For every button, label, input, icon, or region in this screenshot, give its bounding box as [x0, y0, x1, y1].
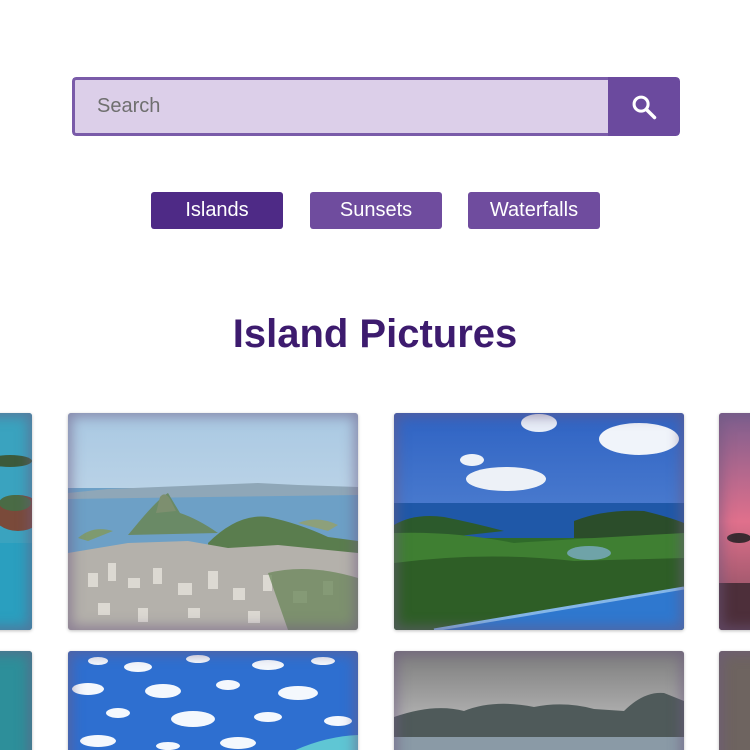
search-input[interactable] [72, 77, 608, 136]
gallery-title: Island Pictures [232, 312, 518, 356]
gallery-image[interactable] [68, 651, 358, 750]
search-button[interactable] [608, 77, 680, 136]
gallery-image[interactable] [719, 413, 750, 630]
gallery-image[interactable] [394, 651, 684, 750]
category-button-waterfalls[interactable]: Waterfalls [468, 192, 600, 229]
search-bar [72, 77, 680, 136]
category-button-sunsets[interactable]: Sunsets [310, 192, 442, 229]
gallery-image[interactable] [394, 413, 684, 630]
category-button-islands[interactable]: Islands [151, 192, 283, 229]
gallery-image[interactable] [0, 413, 32, 630]
gallery-image[interactable] [68, 413, 358, 630]
gallery-image[interactable] [0, 651, 32, 750]
search-icon [632, 95, 657, 119]
gallery-image[interactable] [719, 651, 750, 750]
page: Islands Sunsets Waterfalls Island Pictur… [0, 0, 750, 750]
